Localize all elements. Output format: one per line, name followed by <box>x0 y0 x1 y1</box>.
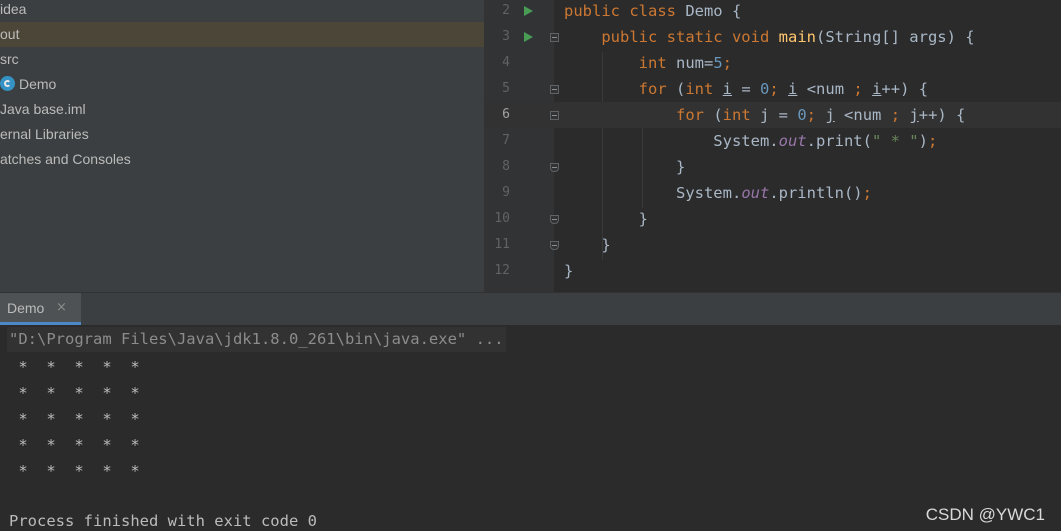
project-tool-window: idea out src Demo Java base.iml ernal Li… <box>0 0 484 292</box>
line-number: 12 <box>494 263 510 278</box>
code-line: 4 int num=5; <box>484 50 1061 76</box>
code-text: for (int i = 0; i <num ; i++) { <box>638 80 929 98</box>
fold-end-icon[interactable] <box>550 241 559 250</box>
tree-item-demo[interactable]: Demo <box>0 72 484 97</box>
line-number: 11 <box>494 237 510 252</box>
code-text: System.out.println(); <box>564 184 872 202</box>
code-text: } <box>564 236 611 254</box>
code-text: } <box>564 210 648 228</box>
code-text: public static void main(String[] args) { <box>601 28 975 46</box>
line-number: 7 <box>502 133 510 148</box>
fold-icon[interactable] <box>550 85 559 94</box>
code-line: 2 public class Demo { <box>484 0 1061 24</box>
tree-item-label: Java base.iml <box>0 101 86 117</box>
watermark: CSDN @YWC1 <box>925 505 1045 524</box>
tree-item-label: src <box>0 51 19 67</box>
line-number: 9 <box>502 185 510 200</box>
console-finish-message: Process finished with exit code 0 <box>9 512 317 530</box>
tree-item-label: idea <box>0 1 27 17</box>
code-text: int num=5; <box>638 54 733 72</box>
code-line: 7 System.out.print(" * "); <box>484 128 1061 154</box>
line-number: 2 <box>502 3 510 18</box>
console-output-line: * * * * * <box>9 462 140 480</box>
run-tool-window-header: Demo × <box>0 292 1061 326</box>
run-tab-demo[interactable]: Demo × <box>0 293 81 326</box>
code-text: } <box>564 262 574 280</box>
code-text: for (int j = 0; j <num ; j++) { <box>675 106 966 124</box>
console-output-line: * * * * * <box>9 410 140 428</box>
code-line: 8 } <box>484 154 1061 180</box>
line-number: 10 <box>494 211 510 226</box>
run-tab-label: Demo <box>7 300 45 316</box>
run-console[interactable]: "D:\Program Files\Java\jdk1.8.0_261\bin\… <box>0 325 1061 531</box>
tree-item-scratches[interactable]: atches and Consoles <box>0 147 484 172</box>
fold-end-icon[interactable] <box>550 215 559 224</box>
code-line: 3 public static void main(String[] args)… <box>484 24 1061 50</box>
fold-end-icon[interactable] <box>550 163 559 172</box>
code-line: 10 } <box>484 206 1061 232</box>
fold-icon[interactable] <box>550 111 559 120</box>
fold-icon[interactable] <box>550 33 559 42</box>
code-line: 9 System.out.println(); <box>484 180 1061 206</box>
tree-item-label: atches and Consoles <box>0 151 131 167</box>
line-number: 3 <box>502 29 510 44</box>
tree-item-label: ernal Libraries <box>0 126 89 142</box>
line-number: 6 <box>502 107 510 122</box>
console-output-line: * * * * * <box>9 358 140 376</box>
code-line: 5 for (int i = 0; i <num ; i++) { <box>484 76 1061 102</box>
console-output-line: * * * * * <box>9 384 140 402</box>
line-number: 4 <box>502 55 510 70</box>
close-icon[interactable]: × <box>56 300 67 315</box>
tree-item-iml[interactable]: Java base.iml <box>0 97 484 122</box>
line-number: 5 <box>502 81 510 96</box>
run-icon[interactable] <box>524 6 533 16</box>
tree-item-out[interactable]: out <box>0 22 484 47</box>
tree-item-external-libraries[interactable]: ernal Libraries <box>0 122 484 147</box>
code-editor[interactable]: 2 public class Demo { 3 public static vo… <box>484 0 1061 292</box>
tree-item-src[interactable]: src <box>0 47 484 72</box>
code-text: } <box>564 158 686 176</box>
tree-item-idea[interactable]: idea <box>0 0 484 22</box>
tree-item-label: Demo <box>19 76 57 92</box>
code-line: 11 } <box>484 232 1061 258</box>
tree-item-label: out <box>0 26 20 42</box>
code-text: System.out.print(" * "); <box>564 132 938 150</box>
code-text: public class Demo { <box>564 2 742 20</box>
java-class-icon <box>0 76 15 91</box>
console-command-line[interactable]: "D:\Program Files\Java\jdk1.8.0_261\bin\… <box>7 327 506 352</box>
code-line: 12 } <box>484 258 1061 284</box>
line-number: 8 <box>502 159 510 174</box>
code-line-current: 6 for (int j = 0; j <num ; j++) { <box>484 102 1061 128</box>
run-icon[interactable] <box>524 32 533 42</box>
console-output-line: * * * * * <box>9 436 140 454</box>
